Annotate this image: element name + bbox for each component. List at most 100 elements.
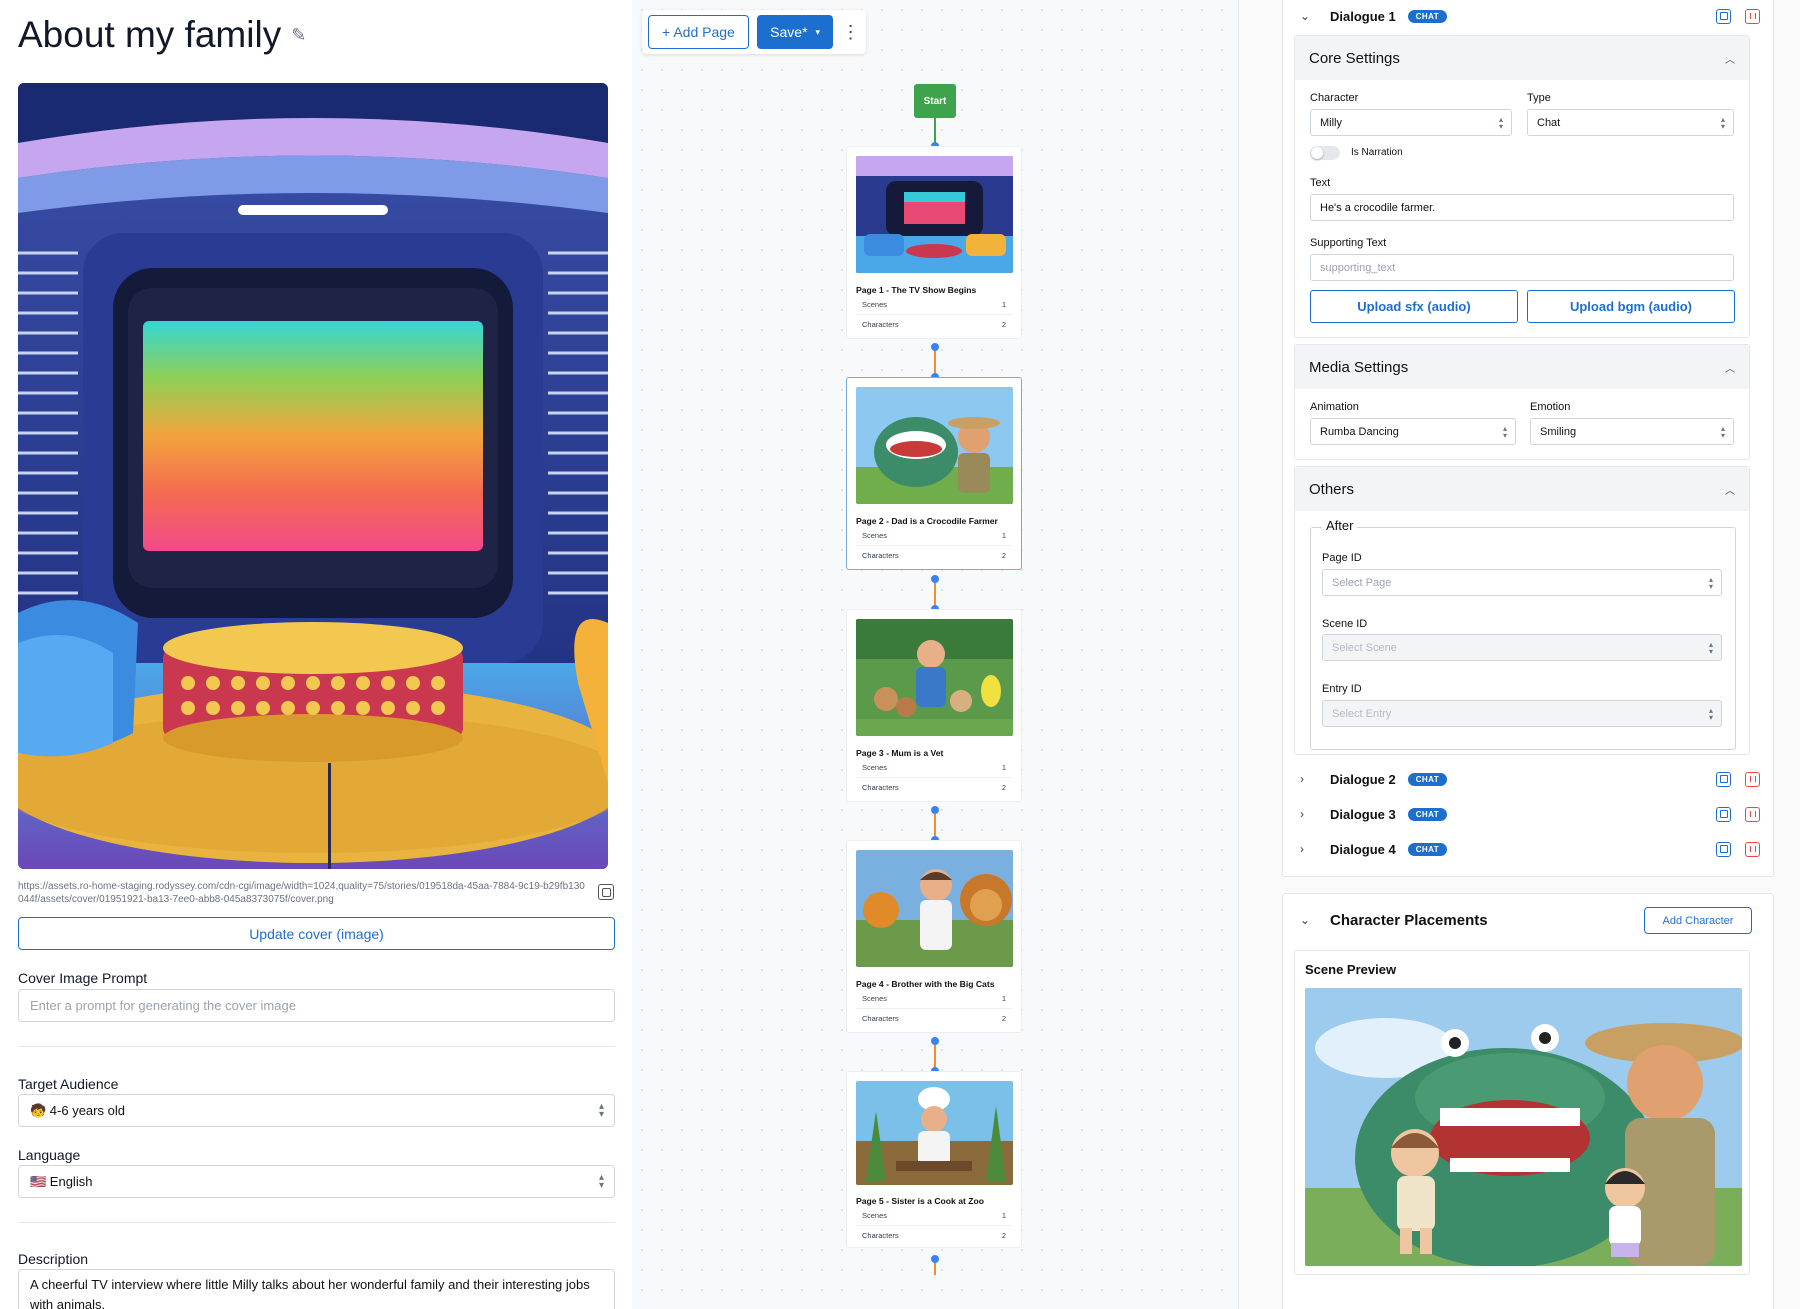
- others-header[interactable]: Others ︿: [1295, 467, 1749, 511]
- chevron-right-icon[interactable]: ›: [1300, 772, 1330, 786]
- copy-url-icon[interactable]: [598, 884, 614, 900]
- chevron-up-icon[interactable]: ︿: [1725, 360, 1735, 375]
- select-arrows-icon: ▴ ▾: [1720, 115, 1725, 131]
- select-arrows-icon: ▴ ▾: [1498, 115, 1503, 131]
- story-details-panel: About my family ✎ https://assets.ro-home…: [0, 0, 632, 1309]
- select-arrows-icon: ▴ ▾: [1708, 640, 1713, 656]
- character-select[interactable]: Milly ▴ ▾: [1310, 109, 1512, 136]
- dialogue-actions: [1716, 806, 1760, 822]
- upload-sfx-button[interactable]: Upload sfx (audio): [1310, 290, 1518, 323]
- connector-handle[interactable]: [931, 806, 939, 814]
- dialogue-3-header[interactable]: › Dialogue 3 CHAT: [1300, 803, 1760, 825]
- characters-count: 2: [1001, 1231, 1006, 1240]
- description-textarea[interactable]: A cheerful TV interview where little Mil…: [18, 1269, 615, 1309]
- edit-pencil-icon[interactable]: ✎: [291, 25, 306, 46]
- divider: [18, 1222, 615, 1223]
- animation-select[interactable]: Rumba Dancing ▴ ▾: [1310, 418, 1516, 445]
- duplicate-icon[interactable]: [1716, 771, 1731, 787]
- media-settings-header[interactable]: Media Settings ︿: [1295, 345, 1749, 389]
- start-node[interactable]: Start: [914, 84, 956, 118]
- scene-preview-image[interactable]: [1305, 988, 1742, 1266]
- page-node-5[interactable]: Page 5 - Sister is a Cook at Zoo Scenes 1…: [846, 1071, 1022, 1248]
- page-node-3[interactable]: Page 3 - Mum is a Vet Scenes 1 Characters…: [846, 609, 1022, 802]
- type-select[interactable]: Chat ▴ ▾: [1527, 109, 1734, 136]
- narration-toggle[interactable]: [1310, 146, 1340, 160]
- media-settings-title: Media Settings: [1309, 358, 1409, 376]
- emotion-select[interactable]: Smiling ▴ ▾: [1530, 418, 1734, 445]
- connector-handle[interactable]: [931, 1255, 939, 1263]
- duplicate-icon[interactable]: [1716, 806, 1731, 822]
- connector-handle[interactable]: [931, 1037, 939, 1045]
- chevron-down-icon[interactable]: ⌄: [1300, 913, 1330, 927]
- save-caret-icon[interactable]: ▾: [816, 27, 821, 38]
- connector: [934, 1045, 936, 1069]
- characters-row: Characters 2: [856, 1226, 1012, 1245]
- delete-icon[interactable]: [1745, 841, 1760, 857]
- dialogue-name: Dialogue 3: [1330, 806, 1396, 822]
- dialogue-actions: [1716, 841, 1760, 857]
- text-input[interactable]: He's a crocodile farmer.: [1310, 194, 1734, 221]
- character-label: Character: [1310, 92, 1359, 104]
- select-arrows-icon: ▴ ▾: [598, 1172, 604, 1191]
- characters-row: Characters 2: [856, 778, 1012, 797]
- chevron-up-icon[interactable]: ︿: [1725, 51, 1735, 66]
- chevron-up-icon[interactable]: ︿: [1725, 482, 1735, 497]
- cover-url-text: https://assets.ro-home-staging.rodyssey.…: [18, 881, 585, 905]
- dialogue-1-header[interactable]: ⌄ Dialogue 1 CHAT: [1300, 5, 1760, 27]
- divider: [18, 1046, 615, 1047]
- characters-row: Characters 2: [856, 546, 1012, 565]
- supporting-text-label: Supporting Text: [1310, 237, 1387, 249]
- duplicate-icon[interactable]: [1716, 841, 1731, 857]
- scene-id-label: Scene ID: [1322, 618, 1368, 630]
- target-audience-select[interactable]: 🧒 4-6 years old ▴ ▾: [18, 1094, 615, 1127]
- dialogue-type-chip: CHAT: [1407, 772, 1447, 786]
- delete-icon[interactable]: [1745, 8, 1760, 24]
- scene-id-select[interactable]: Select Scene ▴ ▾: [1322, 634, 1722, 661]
- chevron-right-icon[interactable]: ›: [1300, 807, 1330, 821]
- dialogue-2-header[interactable]: › Dialogue 2 CHAT: [1300, 768, 1760, 790]
- save-label: Save*: [770, 24, 808, 40]
- type-label: Type: [1527, 92, 1551, 104]
- chevron-right-icon[interactable]: ›: [1300, 842, 1330, 856]
- scenes-label: Scenes: [862, 1211, 888, 1220]
- connector-handle[interactable]: [931, 575, 939, 583]
- page-id-select[interactable]: Select Page ▴ ▾: [1322, 569, 1722, 596]
- page-node-4[interactable]: Page 4 - Brother with the Big Cats Scene…: [846, 840, 1022, 1033]
- cover-prompt-label: Cover Image Prompt: [18, 970, 148, 986]
- cover-prompt-input[interactable]: Enter a prompt for generating the cover …: [18, 989, 615, 1022]
- duplicate-icon[interactable]: [1716, 8, 1731, 24]
- core-settings-title: Core Settings: [1309, 49, 1400, 67]
- core-settings-header[interactable]: Core Settings ︿: [1295, 36, 1749, 80]
- characters-count: 2: [1001, 783, 1006, 792]
- connector-handle[interactable]: [931, 343, 939, 351]
- page-node-title: Page 3 - Mum is a Vet: [856, 748, 944, 758]
- more-options-icon[interactable]: ⋮: [841, 22, 860, 43]
- select-arrows-icon: ▴ ▾: [1708, 706, 1713, 722]
- page-node-1[interactable]: Page 1 - The TV Show Begins Scenes 1 Char…: [846, 146, 1022, 339]
- type-value: Chat: [1537, 116, 1561, 129]
- language-value: 🇺🇸 English: [30, 1173, 93, 1189]
- character-placements-title: Character Placements: [1330, 911, 1488, 929]
- connector: [934, 351, 936, 375]
- scenes-label: Scenes: [862, 531, 888, 540]
- page-thumbnail: [856, 850, 1013, 967]
- update-cover-button[interactable]: Update cover (image): [18, 917, 615, 950]
- add-page-button[interactable]: + Add Page: [648, 15, 749, 49]
- chevron-down-icon[interactable]: ⌄: [1300, 9, 1330, 23]
- add-character-button[interactable]: Add Character: [1644, 907, 1752, 934]
- scenes-label: Scenes: [862, 994, 888, 1003]
- delete-icon[interactable]: [1745, 771, 1760, 787]
- entry-id-select[interactable]: Select Entry ▴ ▾: [1322, 700, 1722, 727]
- characters-row: Characters 2: [856, 1009, 1012, 1028]
- dialogue-4-header[interactable]: › Dialogue 4 CHAT: [1300, 838, 1760, 860]
- upload-bgm-button[interactable]: Upload bgm (audio): [1527, 290, 1735, 323]
- target-audience-value: 🧒 4-6 years old: [30, 1102, 125, 1118]
- save-button[interactable]: Save* ▾: [756, 15, 834, 49]
- text-label: Text: [1310, 177, 1331, 189]
- emotion-value: Smiling: [1540, 425, 1577, 438]
- supporting-text-input[interactable]: supporting_text: [1310, 254, 1734, 281]
- page-thumbnail: [856, 619, 1013, 736]
- language-select[interactable]: 🇺🇸 English ▴ ▾: [18, 1165, 615, 1198]
- page-node-2[interactable]: Page 2 - Dad is a Crocodile Farmer Scene…: [846, 377, 1022, 570]
- delete-icon[interactable]: [1745, 806, 1760, 822]
